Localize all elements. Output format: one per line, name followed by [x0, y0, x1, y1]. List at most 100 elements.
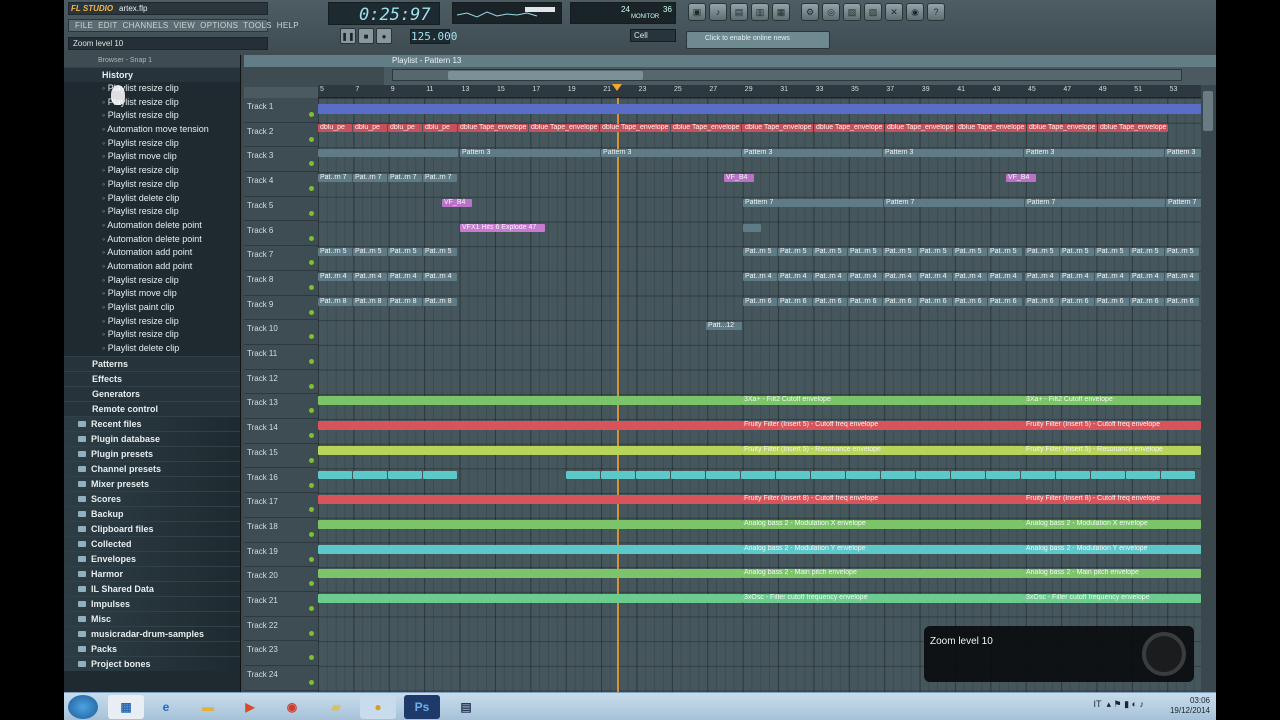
menu-item-channels[interactable]: CHANNELS: [123, 21, 169, 30]
history-item[interactable]: Playlist resize clip: [64, 82, 240, 96]
track-header[interactable]: Track 20: [244, 567, 318, 592]
playlist-clip[interactable]: Pat..rn 6: [743, 297, 777, 306]
playlist-clip[interactable]: Analog bass 2 - Main pitch envelope: [742, 569, 1024, 579]
browser-subfolder[interactable]: Effects: [64, 370, 240, 386]
playlist-clip[interactable]: [706, 470, 740, 479]
playlist-clip[interactable]: Pat..rn 5: [1060, 248, 1094, 257]
playlist-clip[interactable]: Pat..rn 6: [1130, 297, 1164, 306]
playlist-clip[interactable]: [811, 470, 845, 479]
metro-app-icon[interactable]: ▦: [108, 695, 144, 719]
browser-folder[interactable]: musicradar-drum-samples: [64, 625, 240, 641]
playlist-clip[interactable]: Pattern 3: [883, 149, 1023, 158]
pause-button[interactable]: ❚❚: [340, 28, 356, 44]
playlist-clip[interactable]: Pat..rn 5: [918, 248, 952, 257]
playlist-clip[interactable]: Pattern 3: [460, 149, 600, 158]
browser-folder[interactable]: Backup: [64, 505, 240, 521]
playlist-clip[interactable]: [318, 594, 742, 603]
playlist-clip[interactable]: Pat..rn 4: [1095, 272, 1129, 281]
record-button[interactable]: ●: [376, 28, 392, 44]
history-item[interactable]: Playlist resize clip: [64, 205, 240, 219]
playlist-clip[interactable]: VF_B4: [1006, 174, 1036, 183]
playlist-grid[interactable]: dblu_pe dblu_pe dblu_pe dblu_pe dblue Tape_e…: [318, 98, 1201, 692]
browser-folder[interactable]: Misc: [64, 610, 240, 626]
playlist-clip[interactable]: Fruity Filter (Insert 8) - Cutoff freq e…: [1024, 495, 1201, 505]
playhead-marker-icon[interactable]: [612, 84, 622, 91]
vscroll-thumb[interactable]: [1203, 91, 1213, 131]
playlist-clip[interactable]: [1056, 470, 1090, 479]
browser-folder[interactable]: Clipboard files: [64, 520, 240, 536]
track-header[interactable]: Track 11: [244, 345, 318, 370]
track-header[interactable]: Track 16: [244, 469, 318, 494]
browser-folder[interactable]: Project bones: [64, 655, 240, 671]
browser-subfolder[interactable]: Generators: [64, 385, 240, 401]
window-icon-0[interactable]: ▣: [688, 3, 706, 21]
playlist-clip[interactable]: Pat..rn 7: [423, 174, 457, 183]
track-header[interactable]: Track 1: [244, 98, 318, 123]
internet-explorer-icon[interactable]: e: [148, 695, 184, 719]
playlist-clip[interactable]: Patt...12: [706, 322, 742, 331]
online-news-button[interactable]: Click to enable online news: [686, 31, 830, 49]
playlist-clip[interactable]: [846, 470, 880, 479]
playlist-clip[interactable]: 3xOsc - Filter cutoff frequency envelope: [742, 594, 1024, 603]
menu-item-view[interactable]: VIEW: [174, 21, 196, 30]
playlist-clip[interactable]: Pat..rn 6: [953, 297, 987, 306]
playlist-clip[interactable]: Pat..rn 7: [353, 174, 387, 183]
playlist-clip[interactable]: dblue Tape_envelope: [458, 123, 528, 132]
track-header[interactable]: Track 3: [244, 147, 318, 173]
history-item[interactable]: Playlist resize clip: [64, 137, 240, 151]
menu-item-file[interactable]: FILE: [75, 21, 93, 30]
browser-folder[interactable]: Plugin database: [64, 430, 240, 446]
track-header[interactable]: Track 7: [244, 246, 318, 271]
playlist-clip[interactable]: Pat..rn 4: [353, 272, 387, 281]
browser-subfolder[interactable]: Remote control: [64, 400, 240, 416]
playlist-clip[interactable]: Pat..rn 4: [1130, 272, 1164, 281]
playlist-clip[interactable]: 3Xa+ - Filt2 Cutoff envelope: [742, 396, 1024, 406]
track-header[interactable]: Track 5: [244, 197, 318, 222]
history-item[interactable]: Automation delete point: [64, 219, 240, 233]
playlist-clip[interactable]: Fruity Filter (Insert 5) - Resonance env…: [1024, 445, 1201, 455]
playlist-clip[interactable]: Pat..rn 4: [388, 272, 422, 281]
track-header[interactable]: Track 24: [244, 666, 318, 691]
history-item[interactable]: Playlist resize clip: [64, 109, 240, 123]
playlist-clip[interactable]: Pat..rn 8: [353, 297, 387, 306]
playlist-clip[interactable]: Pat..rn 6: [1165, 297, 1199, 306]
browser-folder[interactable]: Envelopes: [64, 550, 240, 566]
playlist-clip[interactable]: Pat..rn 4: [813, 272, 847, 281]
playlist-clip[interactable]: Pat..rn 4: [1025, 272, 1059, 281]
playlist-clip[interactable]: Pat..rn 8: [388, 297, 422, 306]
playlist-clip[interactable]: Pat..rn 5: [813, 248, 847, 257]
window-icon-2[interactable]: ▤: [730, 3, 748, 21]
playlist-clip[interactable]: Pat..rn 4: [883, 272, 917, 281]
keyboard-language[interactable]: IT: [1094, 699, 1102, 709]
history-item[interactable]: Playlist resize clip: [64, 315, 240, 329]
browser-folder[interactable]: Recent files: [64, 415, 240, 431]
history-item[interactable]: Automation add point: [64, 260, 240, 274]
playlist-clip[interactable]: [1126, 470, 1160, 479]
window-icon-6[interactable]: ◎: [822, 3, 840, 21]
playlist-clip[interactable]: Pat..rn 6: [883, 297, 917, 306]
history-item[interactable]: Playlist delete clip: [64, 192, 240, 206]
playlist-clip[interactable]: Pattern 3: [1024, 149, 1164, 158]
playlist-clip[interactable]: dblue Tape_envelope: [671, 123, 741, 132]
playlist-clip[interactable]: [318, 396, 742, 406]
playlist-clip[interactable]: 3xOsc - Filter cutoff frequency envelope: [1024, 594, 1201, 603]
playlist-clip[interactable]: Pat..rn 6: [1095, 297, 1129, 306]
menu-item-edit[interactable]: EDIT: [98, 21, 117, 30]
history-item[interactable]: Playlist resize clip: [64, 178, 240, 192]
track-header[interactable]: Track 18: [244, 518, 318, 543]
stop-button[interactable]: ■: [358, 28, 374, 44]
playlist-clip[interactable]: Pat..rn 6: [988, 297, 1022, 306]
playlist-clip[interactable]: dblue Tape_envelope: [1098, 123, 1168, 132]
playlist-clip[interactable]: dblue Tape_envelope: [885, 123, 955, 132]
window-icon-4[interactable]: ▦: [772, 3, 790, 21]
playlist-clip[interactable]: [318, 495, 742, 505]
browser-folder[interactable]: Collected: [64, 535, 240, 551]
playlist-clip[interactable]: dblue Tape_envelope: [743, 123, 813, 132]
track-header[interactable]: Track 12: [244, 370, 318, 395]
track-header[interactable]: Track 2: [244, 123, 318, 148]
window-icon-1[interactable]: ♪: [709, 3, 727, 21]
playlist-clip[interactable]: Pat..rn 5: [1025, 248, 1059, 257]
playlist-clip[interactable]: Pat..rn 5: [1095, 248, 1129, 257]
browser-folder[interactable]: Scores: [64, 490, 240, 506]
track-header[interactable]: Track 15: [244, 444, 318, 469]
